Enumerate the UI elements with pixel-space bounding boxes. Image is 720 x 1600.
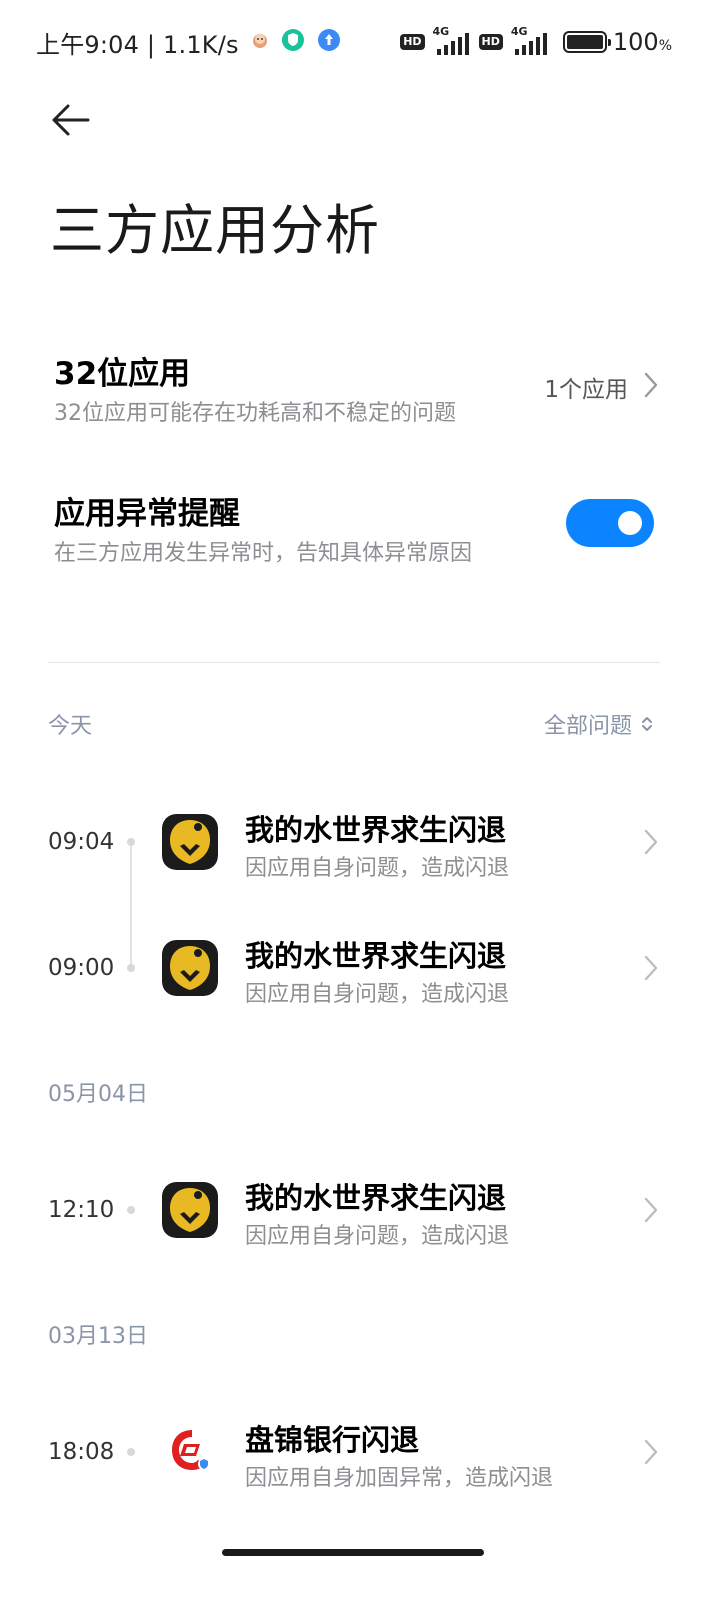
alert-toggle[interactable] xyxy=(566,499,654,547)
alert-title: 应用异常提醒 xyxy=(54,496,240,532)
crash-entry[interactable]: 12:10 我的水世界求生闪退 因应用自身问题，造成闪退 xyxy=(0,1155,720,1265)
alert-subtitle: 在三方应用发生异常时，告知具体异常原因 xyxy=(54,541,473,566)
filter-label: 全部问题 xyxy=(543,714,632,739)
bit32-subtitle: 32位应用可能存在功耗高和不稳定的问题 xyxy=(54,401,456,426)
section-date-0504: 05月04日 xyxy=(48,1082,148,1107)
bit32-title: 32位应用 xyxy=(54,356,191,392)
entry-title: 盘锦银行闪退 xyxy=(245,1423,420,1457)
upload-icon xyxy=(317,28,341,56)
arrow-left-icon xyxy=(52,104,90,136)
game-icon xyxy=(162,940,218,996)
baby-face-icon xyxy=(251,31,269,53)
chevron-right-icon xyxy=(644,372,658,398)
bit32-count: 1个应用 xyxy=(544,377,628,403)
crash-entry[interactable]: 18:08 盘锦银行闪退 因应用自身加固异常，造成闪退 xyxy=(0,1397,720,1507)
entry-time: 09:04 xyxy=(48,829,115,855)
status-bar: 上午9:04 | 1.1K/s HD 4G HD 4G 100% xyxy=(0,0,720,84)
unfold-chevron-icon xyxy=(642,717,652,731)
entry-title: 我的水世界求生闪退 xyxy=(245,813,507,847)
entry-subtitle: 因应用自身加固异常，造成闪退 xyxy=(245,1466,554,1491)
entry-title: 我的水世界求生闪退 xyxy=(245,939,507,973)
crash-entry[interactable]: 09:04 我的水世界求生闪退 因应用自身问题，造成闪退 xyxy=(0,787,720,897)
page-title: 三方应用分析 xyxy=(50,199,380,262)
chevron-right-icon xyxy=(644,955,658,981)
back-button[interactable] xyxy=(48,100,94,140)
game-icon xyxy=(162,814,218,870)
app-alert-row: 应用异常提醒 在三方应用发生异常时，告知具体异常原因 xyxy=(0,480,720,570)
battery-icon xyxy=(562,31,611,53)
section-date-0313: 03月13日 xyxy=(48,1324,148,1349)
chevron-right-icon xyxy=(644,1439,658,1465)
chevron-right-icon xyxy=(644,1197,658,1223)
signal-icon: 4G xyxy=(509,25,551,55)
entry-subtitle: 因应用自身问题，造成闪退 xyxy=(245,1224,510,1249)
entry-subtitle: 因应用自身问题，造成闪退 xyxy=(245,856,510,881)
game-icon xyxy=(162,1182,218,1238)
shield-icon xyxy=(281,28,305,56)
entry-title: 我的水世界求生闪退 xyxy=(245,1181,507,1215)
home-indicator[interactable] xyxy=(222,1549,484,1556)
timeline-dot xyxy=(127,1206,135,1214)
entry-time: 12:10 xyxy=(48,1197,115,1223)
toggle-knob xyxy=(618,511,642,535)
entry-time: 18:08 xyxy=(48,1439,115,1465)
bit32-apps-row[interactable]: 32位应用 32位应用可能存在功耗高和不稳定的问题 1个应用 xyxy=(0,340,720,430)
signal-icon: 4G xyxy=(431,25,473,55)
chevron-right-icon xyxy=(644,829,658,855)
entry-subtitle: 因应用自身问题，造成闪退 xyxy=(245,982,510,1007)
status-time: 上午9:04 | 1.1K/s xyxy=(36,30,239,59)
timeline-dot xyxy=(127,1448,135,1456)
battery-percent: 100% xyxy=(612,28,672,56)
divider xyxy=(48,662,660,663)
crash-entry[interactable]: 09:00 我的水世界求生闪退 因应用自身问题，造成闪退 xyxy=(0,913,720,1023)
timeline-dot xyxy=(127,838,135,846)
status-right: HD 4G HD 4G 100% xyxy=(400,25,672,58)
status-left: 上午9:04 | 1.1K/s xyxy=(36,26,341,59)
section-date-today: 今天 xyxy=(48,714,93,739)
hd-badge: HD xyxy=(478,34,503,50)
bank-icon xyxy=(162,1422,218,1478)
hd-badge: HD xyxy=(400,34,425,50)
entry-time: 09:00 xyxy=(48,955,115,981)
filter-dropdown[interactable]: 全部问题 xyxy=(544,708,654,740)
timeline-dot xyxy=(127,964,135,972)
